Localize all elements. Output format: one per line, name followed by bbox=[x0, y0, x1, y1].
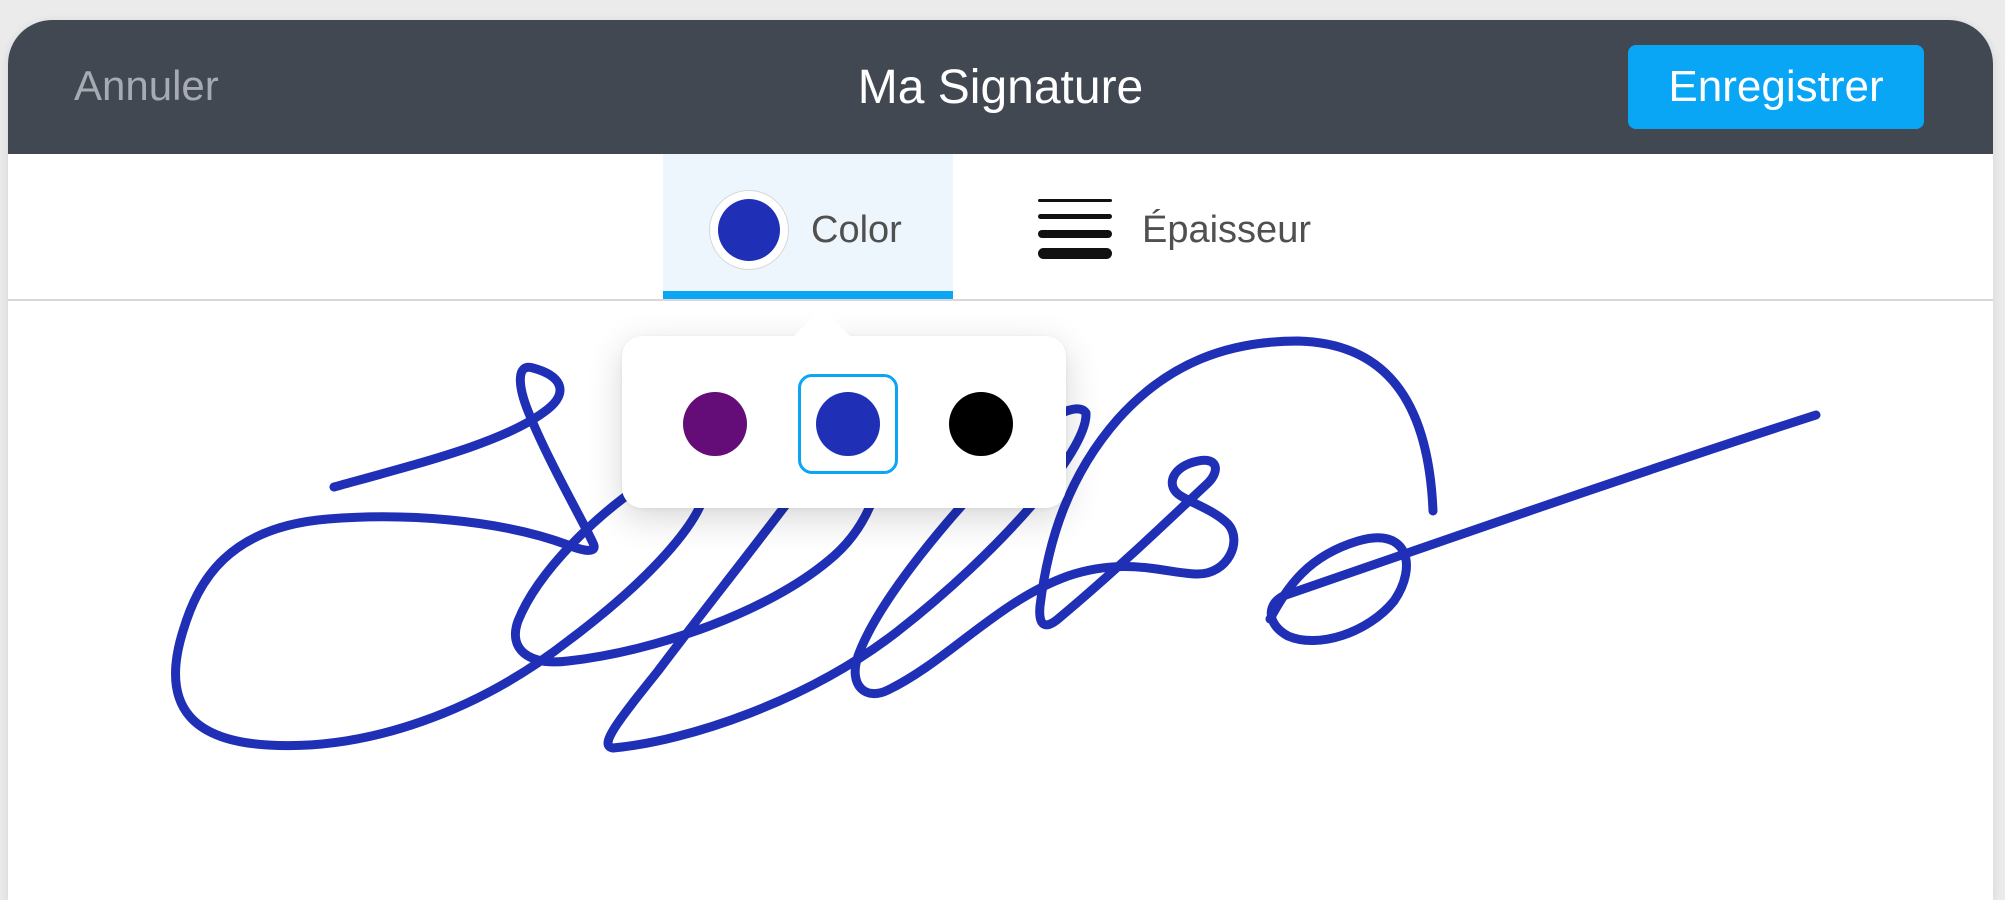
signature-window: Annuler Ma Signature Enregistrer Color É… bbox=[8, 20, 1993, 900]
tool-bar: Color Épaisseur bbox=[8, 154, 1993, 301]
tab-thickness-label: Épaisseur bbox=[1142, 209, 1311, 251]
current-color-dot bbox=[718, 199, 780, 261]
color-swatch-dot bbox=[816, 392, 880, 456]
title-bar: Annuler Ma Signature Enregistrer bbox=[8, 20, 1993, 154]
save-button[interactable]: Enregistrer bbox=[1628, 45, 1924, 129]
tab-active-indicator bbox=[663, 291, 953, 299]
popover-arrow bbox=[792, 308, 852, 338]
color-swatch-dot bbox=[683, 392, 747, 456]
signature-stroke bbox=[1265, 410, 1821, 646]
color-picker-popover bbox=[622, 308, 1066, 508]
line-weight-icon bbox=[1038, 199, 1112, 259]
color-swatch-purple[interactable] bbox=[665, 374, 765, 474]
color-swatch-dot bbox=[949, 392, 1013, 456]
tab-color[interactable]: Color bbox=[663, 154, 953, 299]
color-swatch-blue[interactable] bbox=[798, 374, 898, 474]
tab-thickness[interactable]: Épaisseur bbox=[1018, 154, 1348, 299]
current-color-icon bbox=[709, 190, 789, 270]
tab-color-label: Color bbox=[811, 209, 902, 251]
color-swatch-black[interactable] bbox=[931, 374, 1031, 474]
